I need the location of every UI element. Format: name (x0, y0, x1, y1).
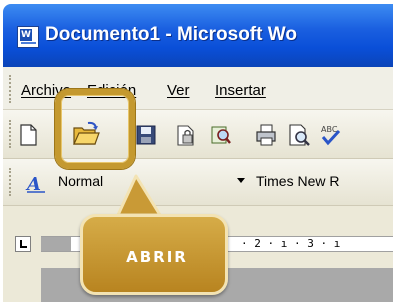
menubar-grip[interactable] (9, 75, 14, 103)
tab-selector[interactable] (15, 236, 31, 252)
window-title: Documento1 - Microsoft Wo (45, 24, 297, 45)
svg-text:ABC: ABC (321, 125, 338, 134)
menu-ver[interactable]: Ver (167, 82, 190, 99)
research-icon[interactable] (208, 122, 234, 148)
callout-bubble: ABRIR (80, 214, 228, 295)
formatting-toolbar-grip[interactable] (9, 168, 14, 196)
permission-icon[interactable] (173, 122, 199, 148)
open-button-highlight (55, 89, 135, 169)
menu-insertar[interactable]: Insertar (215, 82, 266, 99)
toolbar-grip[interactable] (9, 120, 14, 148)
style-dropdown-arrow-icon[interactable] (237, 178, 245, 183)
new-document-icon[interactable] (15, 122, 41, 148)
print-preview-icon[interactable] (286, 122, 312, 148)
styles-and-formatting-icon[interactable]: A (25, 171, 49, 195)
callout-label: ABRIR (126, 248, 188, 266)
word-document-icon: W (17, 26, 39, 48)
spelling-icon[interactable]: ABC (319, 122, 345, 148)
font-combo[interactable]: Times New R (251, 171, 393, 193)
ruler-marks: · 2 · ı · 3 · ı (241, 237, 341, 250)
ruler-left-margin (41, 237, 71, 251)
title-bar[interactable]: W Documento1 - Microsoft Wo (3, 4, 393, 67)
print-icon[interactable] (253, 122, 279, 148)
style-combo[interactable]: Normal (53, 171, 231, 193)
save-icon[interactable] (133, 122, 159, 148)
